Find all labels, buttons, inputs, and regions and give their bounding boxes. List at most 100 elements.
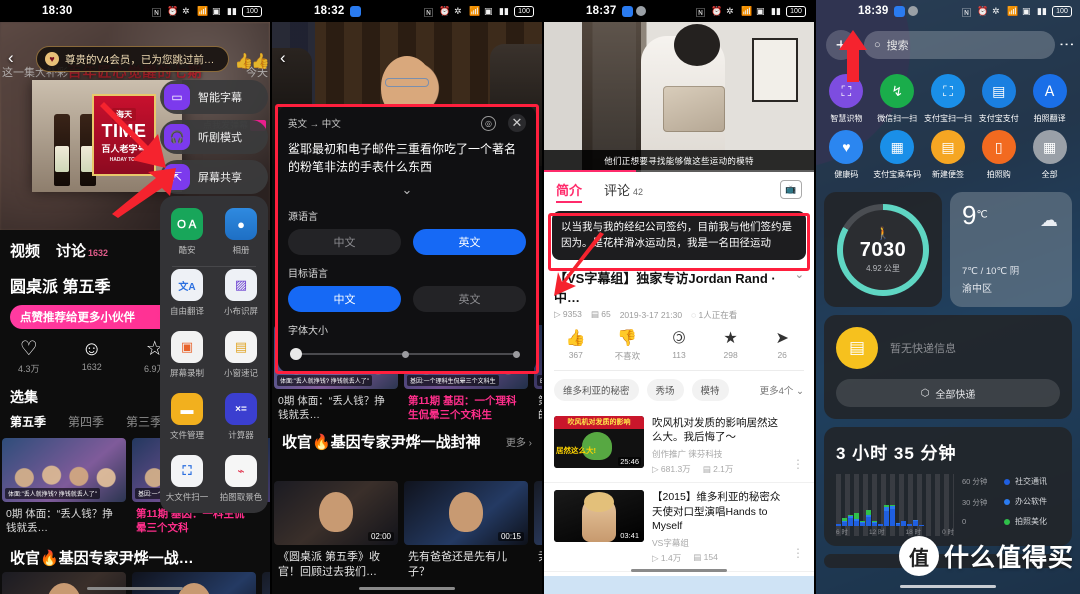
episode-card[interactable]: 体面:"丢人就挣钱? 挣钱就丢人了" 0期 体面：“丢人钱？挣钱就丢… (2, 438, 126, 535)
chip-tag[interactable]: 维多利亚的秘密 (554, 378, 639, 401)
action-share[interactable]: ➤ 26 (756, 330, 808, 362)
shortcut-transit-code[interactable]: ▦ 支付宝乘车码 (873, 130, 922, 180)
slider-knob[interactable] (290, 348, 302, 360)
bluetooth-icon: ✲ (182, 5, 190, 16)
search-input[interactable]: ○ 搜索 (864, 31, 1055, 59)
chevron-down-icon[interactable]: ⌄ (795, 268, 804, 281)
action-like[interactable]: 👍 367 (550, 330, 602, 362)
tray-item-scan[interactable]: ⛶ 大文件扫一 (160, 455, 214, 503)
more-vertical-icon[interactable]: ⋮ (1058, 37, 1075, 53)
tv-cast-icon[interactable]: 📺 (780, 180, 802, 199)
tray-item-calculator[interactable]: ×= 计算器 (214, 393, 268, 441)
tray-item-free-translate[interactable]: 文A 自由翻译 (160, 269, 214, 317)
video-thumbnail (262, 572, 270, 594)
tray-item-gallery[interactable]: ● 相册 (214, 208, 268, 256)
video-player-3[interactable]: 他们正想要寻找能够做这些运动的模特 (544, 22, 814, 172)
shortcut-new-note[interactable]: ▤ 新建便签 (924, 130, 973, 180)
recommendation-stats: ▷ 1.4万 ▤ 154 (652, 552, 784, 564)
tab-discussion[interactable]: 讨论 1632 (56, 240, 108, 261)
season-tab-3[interactable]: 第三季 (126, 413, 162, 430)
app-notification-icon (350, 5, 362, 17)
chevron-down-icon[interactable]: ⌄ (288, 182, 526, 198)
chart-bar (853, 512, 859, 526)
shortcut-wechat-scan[interactable]: ↯ 微信扫一扫 (873, 74, 922, 124)
weather-widget[interactable]: 9℃ ☁ 7℃ / 10℃ 阴 渝中区 (950, 192, 1072, 307)
chart-bar (841, 517, 847, 526)
panel-bilibili-detail: 18:37 🄽 ⏰ ✲ 📶 ▣ ▮▮ 100 他们正想要寻找能够做这些运动的模特… (544, 0, 814, 594)
tray-item-file-manager[interactable]: ▬ 文件管理 (160, 393, 214, 441)
target-option-english[interactable]: 英文 (413, 286, 526, 312)
action-favorite[interactable]: ★ 298 (705, 330, 757, 362)
tray-item-screen-recognize[interactable]: ▨ 小布识屏 (214, 269, 268, 317)
express-widget[interactable]: ▤ 暂无快递信息 ⬡ 全部快递 (824, 315, 1072, 419)
home-indicator (359, 587, 455, 590)
chip-tag[interactable]: 秀场 (646, 378, 684, 401)
video-card[interactable]: 尹烨：有没志？ (534, 481, 542, 580)
chip-tag[interactable]: 模特 (691, 378, 729, 401)
gear-icon[interactable]: ◎ (481, 115, 496, 131)
vip-banner[interactable]: ♥ 尊贵的V4会员，已为您跳过前… (36, 46, 230, 72)
chat-notification-icon (636, 6, 647, 16)
translation-result: 鲨耶最初和电子邮件三重看你吃了一个著名的粉笔非法的手表什么东西 (288, 142, 517, 174)
more-options-icon[interactable]: ⋮ (792, 457, 804, 475)
tab-intro[interactable]: 简介 (556, 180, 582, 199)
recommendation-title: 吹风机对发质的影响居然这么大。我后悔了～ (652, 416, 778, 444)
more-options-icon[interactable]: ⋮ (792, 546, 804, 564)
recommend-heading: 收官🔥基因专家尹烨一战… (0, 535, 270, 572)
shortcut-photo-translate[interactable]: Ａ 拍照翻译 (1025, 74, 1074, 124)
video-card[interactable]: 00:15 先有爸爸还是先有儿子？ (132, 572, 256, 594)
tab-video[interactable]: 视频 (10, 240, 40, 261)
tag-chips: 维多利亚的秘密 秀场 模特 更多4个 ⌄ (544, 371, 814, 409)
shortcut-shop-photo[interactable]: ▯ 拍照购 (974, 130, 1023, 180)
new-note-icon: ▤ (930, 130, 965, 164)
legend-item: 社交通讯 (1004, 476, 1047, 487)
episode-caption: EP12 多样:"我相信人类的代码中" (537, 374, 542, 386)
stat-comment[interactable]: ☺ 1632 (82, 339, 102, 375)
font-size-slider[interactable] (288, 347, 526, 361)
close-icon[interactable]: ✕ (508, 114, 526, 132)
back-button[interactable]: ‹ (8, 48, 14, 68)
more-link[interactable]: 更多 › (506, 434, 532, 449)
steps-widget[interactable]: 🚶 7030 4.92 公里 (824, 192, 942, 307)
tray-item-quick-note[interactable]: ▤ 小窗速记 (214, 331, 268, 379)
shortcut-all-apps[interactable]: ▦ 全部 (1025, 130, 1074, 180)
all-apps-icon: ▦ (1032, 130, 1067, 164)
recommendation-row[interactable]: 03:41 【2015】维多利亚的秘密众天使对口型演唱Hands to Myse… (544, 483, 814, 572)
tray-item-screen-record[interactable]: ▣ 屏幕录制 (160, 331, 214, 379)
source-language-label: 源语言 (288, 212, 318, 223)
source-option-chinese[interactable]: 中文 (288, 229, 401, 255)
status-bar-3: 18:37 🄽 ⏰ ✲ 📶 ▣ ▮▮ 100 (544, 0, 814, 22)
annotation-arrow-3 (554, 232, 608, 296)
wifi-icon: 📶 (469, 5, 481, 16)
video-card[interactable]: 02:00 《圆桌派 第五季》收官！回顾过去我们… (2, 572, 126, 594)
translate-overlay[interactable]: 英文 → 中文 ◎ ✕ 鲨耶最初和电子邮件三重看你吃了一个著名的粉笔非法的手表什… (278, 106, 536, 372)
stat-comment-count: 1632 (81, 362, 102, 372)
shortcut-label-2: 支付宝扫一扫 (923, 114, 972, 123)
video-card[interactable]: 00:15 先有爸爸还是先有儿子？ (404, 481, 528, 580)
season-tab-4[interactable]: 第四季 (68, 413, 104, 430)
action-dislike[interactable]: 👎 不喜欢 (602, 330, 654, 362)
video-card[interactable]: 尹烨：有志？ (262, 572, 270, 594)
tray-item-wifi-share[interactable]: ⌁ 拍图取景色 (214, 455, 268, 503)
chips-more-link[interactable]: 更多4个 ⌄ (760, 383, 804, 397)
usage-widget[interactable]: 3 小时 35 分钟 6 时 12 时 18 时 0 时 60 分钟 30 分钟 0 社交… (824, 427, 1072, 546)
alipay-pay-icon: ▤ (981, 74, 1016, 108)
shortcut-alipay-pay[interactable]: ▤ 支付宝支付 (974, 74, 1023, 124)
shortcut-alipay-scan[interactable]: ⛶ 支付宝扫一扫 (924, 74, 973, 124)
target-option-chinese[interactable]: 中文 (288, 286, 401, 312)
action-coin[interactable]: 🄯 113 (653, 330, 705, 362)
recommend-heading-2: 收官🔥基因专家尹烨一战封神 更多 › (272, 419, 542, 456)
video-card[interactable]: 02:00 《圆桌派 第五季》收官！回顾过去我们… (274, 481, 398, 580)
shortcut-health-code[interactable]: ♥ 健康码 (822, 130, 871, 180)
stat-like[interactable]: ♡ 4.3万 (18, 339, 40, 375)
all-express-button[interactable]: ⬡ 全部快递 (836, 379, 1060, 407)
tray-label-0: 酷安 (178, 245, 196, 255)
tab-comments[interactable]: 评论 42 (604, 180, 643, 199)
vpn-icon: ▣ (756, 5, 765, 16)
battery-level: 100 (1052, 5, 1072, 17)
recommendation-row[interactable]: 吹风机对发质的影响 居然这么大! 25:46 吹风机对发质的影响居然这么大。我后… (544, 409, 814, 483)
meta-date: 2019-3-17 21:30 (619, 309, 683, 320)
back-button[interactable]: ‹ (280, 48, 286, 68)
source-option-english[interactable]: 英文 (413, 229, 526, 255)
season-tab-5[interactable]: 第五季 (10, 413, 46, 430)
